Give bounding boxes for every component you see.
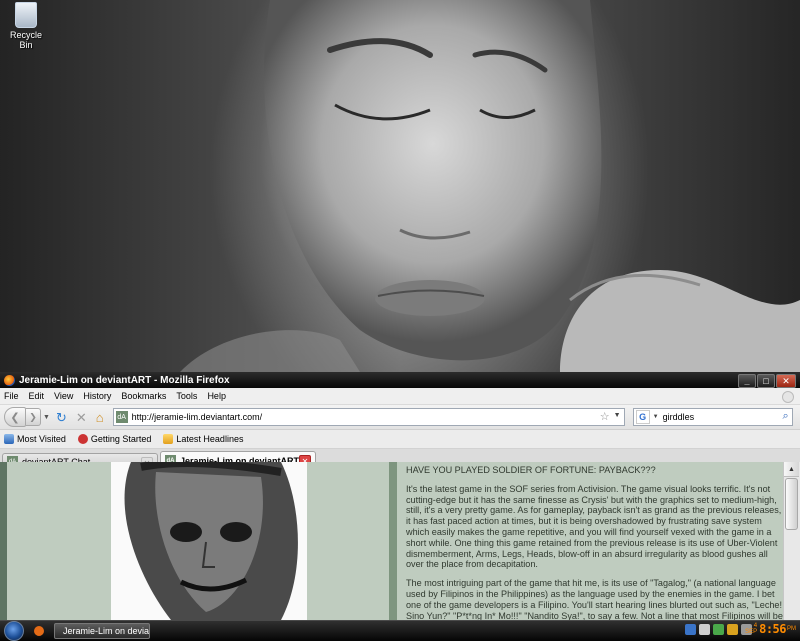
start-button[interactable] <box>4 621 24 641</box>
updates-icon[interactable] <box>727 624 738 635</box>
rss-folder-icon <box>163 434 174 444</box>
page-content: HAVE YOU PLAYED SOLDIER OF FORTUNE: PAYB… <box>0 462 800 620</box>
url-bar[interactable]: dA http://jeramie-lim.deviantart.com/ ☆ … <box>112 408 625 426</box>
bookmark-latest-headlines[interactable]: Latest Headlines <box>163 434 243 444</box>
menu-file[interactable]: File <box>4 391 19 401</box>
search-icon[interactable]: ⌕ <box>782 410 788 423</box>
menu-bookmarks[interactable]: Bookmarks <box>121 391 166 401</box>
scroll-up-icon[interactable]: ▲ <box>784 462 799 477</box>
firefox-icon <box>4 374 15 386</box>
network-icon[interactable] <box>685 624 696 635</box>
article-title: HAVE YOU PLAYED SOLDIER OF FORTUNE: PAYB… <box>406 465 656 475</box>
quick-launch-firefox-icon[interactable] <box>34 626 44 636</box>
recycle-bin-icon <box>15 2 37 28</box>
desktop-wallpaper: Recycle Bin <box>0 0 800 372</box>
history-dropdown-icon[interactable]: ▼ <box>43 414 50 421</box>
menu-bar: File Edit View History Bookmarks Tools H… <box>0 388 800 405</box>
reload-icon[interactable]: ↻ <box>56 411 67 424</box>
clock-ampm: PM <box>787 626 796 632</box>
desktop-icon-recycle-bin[interactable]: Recycle Bin <box>6 2 46 50</box>
bookmark-most-visited[interactable]: Most Visited <box>4 434 66 444</box>
close-button[interactable]: ✕ <box>776 374 796 388</box>
taskbar-clock[interactable]: 4 SEP 8:56 PM <box>743 622 796 636</box>
taskbar-window-firefox[interactable]: Jeramie-Lim on devian... <box>54 623 150 639</box>
vertical-scrollbar[interactable]: ▲ <box>783 462 800 620</box>
menu-help[interactable]: Help <box>207 391 226 401</box>
activity-throbber-icon <box>782 391 794 403</box>
bookmark-getting-started[interactable]: Getting Started <box>77 434 152 444</box>
taskbar: Jeramie-Lim on devian... 4 SEP 8:56 PM <box>0 620 800 641</box>
site-favicon-icon: dA <box>115 411 128 423</box>
desktop-icon-label: Recycle Bin <box>9 30 42 50</box>
bookmark-star-icon[interactable]: ☆ <box>600 410 610 423</box>
search-engine-dropdown-icon[interactable]: ▼ <box>653 414 659 420</box>
wallpaper-portrait <box>0 0 800 372</box>
page-background: HAVE YOU PLAYED SOLDIER OF FORTUNE: PAYB… <box>7 462 784 620</box>
taskbar-window-label: Jeramie-Lim on devian... <box>63 626 150 636</box>
minimize-button[interactable]: _ <box>738 374 756 388</box>
bookmark-label: Latest Headlines <box>176 434 244 444</box>
url-text[interactable]: http://jeramie-lim.deviantart.com/ <box>132 412 263 422</box>
search-bar[interactable]: G ▼ girddles ⌕ <box>632 408 793 426</box>
firefox-window: Jeramie-Lim on deviantART - Mozilla Fire… <box>0 372 800 620</box>
journal-article: HAVE YOU PLAYED SOLDIER OF FORTUNE: PAYB… <box>406 465 786 620</box>
column-divider <box>389 462 397 620</box>
bookmark-label: Getting Started <box>90 434 152 444</box>
most-visited-icon <box>4 434 14 444</box>
joker-artwork-image[interactable] <box>111 462 307 620</box>
search-input[interactable]: girddles <box>663 412 695 422</box>
article-paragraph: It's the latest game in the SOF series f… <box>406 483 782 570</box>
navigation-toolbar: ❮ ❯ ▼ ↻ ✕ ⌂ dA http://jeramie-lim.devian… <box>0 405 800 430</box>
forward-arrow-icon: ❯ <box>29 411 37 422</box>
maximize-button[interactable]: □ <box>757 374 775 388</box>
url-dropdown-icon[interactable]: ▼ <box>614 412 621 419</box>
clock-month: SEP <box>745 629 758 635</box>
google-search-engine-icon[interactable]: G <box>635 410 650 424</box>
quick-launch <box>34 626 44 636</box>
home-icon[interactable]: ⌂ <box>96 411 104 424</box>
clock-time: 8:56 <box>759 622 786 636</box>
stop-icon[interactable]: ✕ <box>76 411 87 424</box>
volume-icon[interactable] <box>699 624 710 635</box>
clock-date: 4 SEP <box>743 623 757 635</box>
article-paragraph: The most intriguing part of the game tha… <box>406 578 783 620</box>
window-titlebar[interactable]: Jeramie-Lim on deviantART - Mozilla Fire… <box>0 372 800 388</box>
forward-button[interactable]: ❯ <box>26 408 41 426</box>
menu-edit[interactable]: Edit <box>29 391 45 401</box>
security-icon[interactable] <box>713 624 724 635</box>
menu-history[interactable]: History <box>83 391 111 401</box>
getting-started-icon <box>77 434 88 444</box>
menu-tools[interactable]: Tools <box>176 391 197 401</box>
back-button[interactable]: ❮ <box>4 407 26 427</box>
window-title: Jeramie-Lim on deviantART - Mozilla Fire… <box>19 374 230 386</box>
back-arrow-icon: ❮ <box>10 411 20 424</box>
scrollbar-thumb[interactable] <box>785 478 798 530</box>
bookmarks-toolbar: Most Visited Getting Started Latest Head… <box>0 430 800 449</box>
menu-view[interactable]: View <box>54 391 73 401</box>
bookmark-label: Most Visited <box>17 434 66 444</box>
system-tray <box>685 624 752 635</box>
